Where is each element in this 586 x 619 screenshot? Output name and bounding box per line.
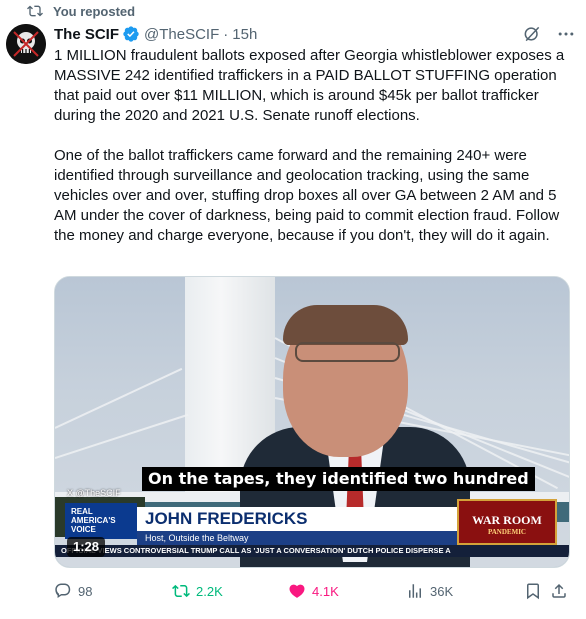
network-logo: REAL AMERICA'S VOICE: [65, 503, 137, 539]
repost-icon: [172, 584, 190, 598]
skull-icon: [6, 24, 46, 64]
news-ticker: OFFICIAL VIEWS CONTROVERSIAL TRUMP CALL …: [55, 545, 569, 557]
author-name[interactable]: The SCIF: [54, 26, 119, 43]
like-count: 4.1K: [312, 583, 339, 599]
bookmark-icon: [527, 583, 539, 600]
tweet-body: 1 MILLION fraudulent ballots exposed aft…: [54, 47, 565, 244]
like-button[interactable]: 4.1K: [288, 582, 339, 600]
repost-indicator: You reposted: [27, 2, 135, 20]
lower-third-subtitle: Host, Outside the Beltway: [137, 531, 457, 545]
grok-icon[interactable]: [522, 24, 542, 44]
views-count: 36K: [430, 583, 454, 599]
repost-count: 2.2K: [196, 583, 223, 599]
repost-label: You reposted: [53, 3, 136, 19]
share-button[interactable]: [550, 582, 568, 600]
warroom-title: WAR ROOM: [472, 513, 542, 527]
video-player[interactable]: On the tapes, they identified two hundre…: [54, 276, 570, 568]
video-caption: On the tapes, they identified two hundre…: [142, 467, 535, 491]
tweet-timestamp[interactable]: 15h: [232, 26, 257, 43]
separator-dot: ·: [223, 25, 229, 43]
lower-third: REAL AMERICA'S VOICE JOHN FREDERICKS Hos…: [55, 499, 569, 557]
video-duration: 1:28: [67, 537, 106, 557]
author-handle[interactable]: @TheSCIF: [144, 26, 219, 43]
reply-count: 98: [78, 583, 93, 599]
video-watermark: X @TheSCIF: [67, 488, 121, 498]
tweet-actions: 98 2.2K 4.1K 36K: [54, 582, 570, 602]
heart-icon: [289, 584, 305, 598]
reply-icon: [55, 583, 71, 598]
repost-icon: [27, 5, 43, 17]
verified-badge-icon: [123, 26, 139, 42]
share-icon: [552, 583, 566, 598]
lower-third-name: JOHN FREDERICKS: [137, 507, 457, 531]
more-options-icon[interactable]: [556, 24, 576, 44]
warroom-logo: WAR ROOM PANDEMIC: [457, 499, 557, 545]
tweet-header: The SCIF @TheSCIF · 15h: [54, 24, 576, 44]
views-chart-icon: [409, 584, 421, 598]
warroom-subtitle: PANDEMIC: [488, 528, 526, 536]
repost-button[interactable]: 2.2K: [172, 582, 223, 600]
reply-button[interactable]: 98: [54, 582, 92, 600]
author-avatar[interactable]: [6, 24, 46, 64]
views-button[interactable]: 36K: [406, 582, 453, 600]
bookmark-button[interactable]: [524, 582, 542, 600]
speaker-glasses: [295, 342, 400, 362]
speaker-hair: [283, 305, 408, 345]
